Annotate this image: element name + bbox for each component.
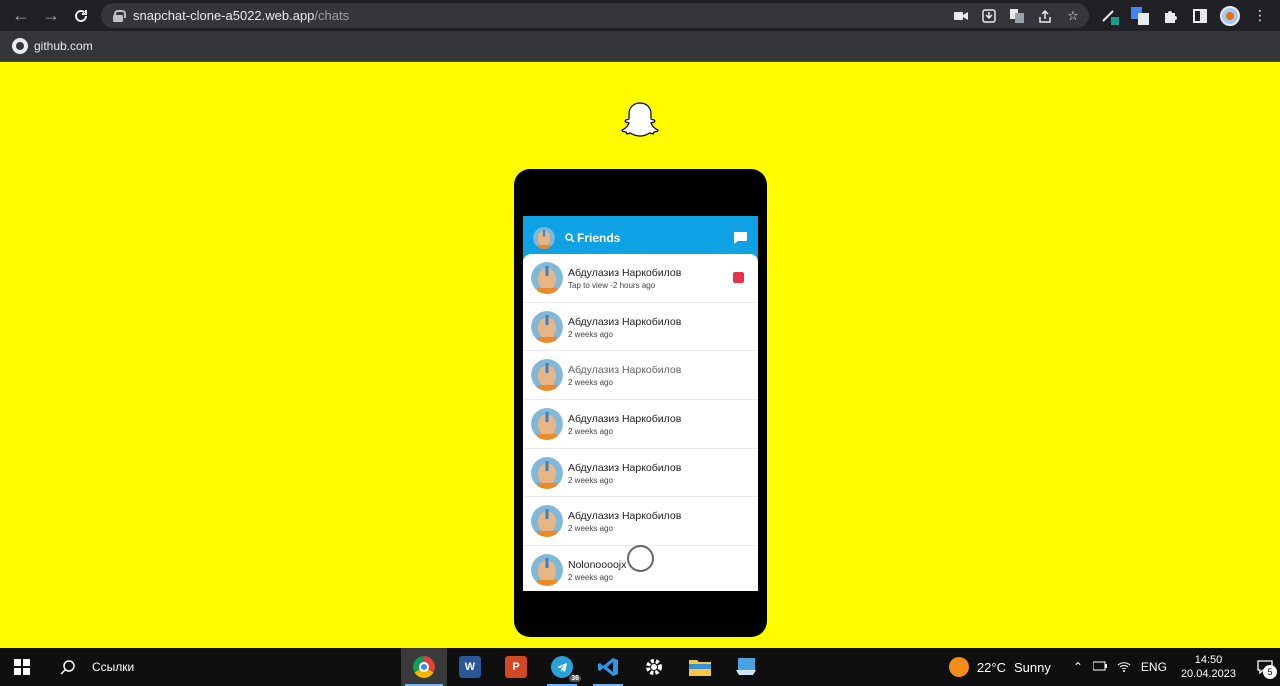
menu-kebab-icon[interactable]: ⋮: [1250, 6, 1270, 26]
lock-icon: [113, 9, 126, 22]
start-button[interactable]: [0, 648, 44, 686]
address-bar[interactable]: snapchat-clone-a5022.web.app/chats ☆: [101, 3, 1089, 28]
browser-toolbar: ← → snapchat-clone-a5022.web.app/chats ☆: [0, 0, 1280, 31]
user-avatar[interactable]: [533, 227, 555, 249]
taskbar-telegram[interactable]: 36: [539, 648, 585, 686]
taskbar-powerpoint[interactable]: P: [493, 648, 539, 686]
bookmarks-bar: github.com: [0, 31, 1280, 62]
monitor-app-icon: [736, 658, 756, 675]
word-icon: W: [459, 656, 481, 678]
chat-row[interactable]: Абдулазиз Наркобилов 2 weeks ago: [523, 351, 758, 401]
taskbar-search-button[interactable]: [44, 648, 92, 686]
chat-name: Абдулазиз Наркобилов: [568, 267, 682, 279]
battery-icon[interactable]: [1092, 660, 1107, 674]
url-path: /chats: [314, 8, 350, 23]
bookmark-star-icon[interactable]: ☆: [1065, 8, 1081, 24]
click-indicator: [627, 545, 654, 572]
chrome-icon: [413, 656, 435, 678]
chat-name: Абдулазиз Наркобилов: [568, 461, 682, 474]
chevron-up-icon[interactable]: ⌃: [1073, 660, 1083, 674]
avatar: [531, 408, 563, 441]
chat-status: 2 weeks ago: [568, 378, 613, 388]
bookmark-label: github.com: [34, 39, 93, 53]
extensions-puzzle-icon[interactable]: [1160, 6, 1180, 26]
vscode-icon: [598, 658, 618, 676]
reload-button[interactable]: [66, 1, 96, 31]
file-explorer-icon: [689, 660, 711, 676]
chat-status: 2 weeks ago: [568, 573, 613, 583]
search-icon: [60, 660, 75, 675]
search-icon: [565, 233, 575, 243]
taskbar-monitor-app[interactable]: [723, 648, 769, 686]
phone-screen: Friends Абдулазиз Наркобилов Tap to view …: [523, 216, 758, 591]
pen-extension-icon[interactable]: [1100, 6, 1120, 26]
forward-button[interactable]: →: [36, 1, 66, 31]
settings-icon: [646, 659, 662, 675]
chat-name: Абдулазиз Наркобилов: [568, 364, 682, 377]
chat-status: Tap to view -2 hours ago: [568, 281, 656, 290]
avatar: [531, 262, 563, 294]
notification-count: 5: [1263, 665, 1277, 679]
wifi-icon[interactable]: [1117, 660, 1131, 675]
taskbar-word[interactable]: W: [447, 648, 493, 686]
links-toolbar-label[interactable]: Ссылки: [92, 660, 134, 674]
chat-name: Абдулазиз Наркобилов: [568, 413, 682, 426]
chat-row[interactable]: Абдулазиз Наркобилов 2 weeks ago: [523, 497, 758, 547]
weather-widget[interactable]: 22°C Sunny: [948, 657, 1051, 677]
camera-icon[interactable]: [953, 8, 969, 24]
snapchat-ghost-icon: [621, 102, 659, 137]
translate-icon[interactable]: [1009, 8, 1025, 24]
clock-date: 20.04.2023: [1180, 668, 1236, 680]
taskbar-vscode[interactable]: [585, 648, 631, 686]
taskbar-settings[interactable]: [631, 648, 677, 686]
windows-icon: [14, 659, 30, 675]
avatar: [531, 310, 563, 343]
sun-icon: [948, 657, 969, 677]
chat-row[interactable]: Абдулазиз Наркобилов Tap to view -2 hours…: [523, 254, 758, 303]
back-button[interactable]: ←: [6, 1, 36, 31]
weather-condition: Sunny: [1013, 659, 1051, 675]
share-icon[interactable]: [1037, 8, 1053, 24]
side-panel-icon[interactable]: [1190, 6, 1210, 26]
telegram-badge: 36: [569, 675, 581, 682]
windows-taskbar: Ссылки W P 36 22°C Sunny ⌃ ENG 14:50 20.…: [0, 648, 1280, 686]
new-snap-indicator: [733, 272, 744, 283]
clock[interactable]: 14:50 20.04.2023: [1181, 653, 1236, 681]
chat-list: Абдулазиз Наркобилов Tap to view -2 hours…: [523, 254, 758, 591]
telegram-icon: 36: [551, 656, 581, 682]
notifications-button[interactable]: 5: [1250, 648, 1280, 686]
avatar: [531, 554, 563, 587]
search-friends-label: Friends: [577, 231, 621, 245]
chat-name: Абдулазиз Наркобилов: [568, 510, 682, 523]
avatar: [531, 505, 563, 538]
github-icon: [12, 38, 28, 54]
search-friends[interactable]: Friends: [565, 231, 620, 245]
powerpoint-icon: P: [505, 656, 527, 678]
taskbar-chrome[interactable]: [401, 648, 447, 686]
chat-name: Абдулазиз Наркобилов: [568, 315, 682, 328]
chat-row[interactable]: Абдулазиз Наркобилов 2 weeks ago: [523, 400, 758, 449]
language-indicator[interactable]: ENG: [1141, 660, 1167, 674]
chat-status: 2 weeks ago: [568, 427, 613, 437]
taskbar-file-explorer[interactable]: [677, 648, 723, 686]
weather-temp: 22°C: [976, 659, 1006, 675]
avatar: [531, 359, 563, 392]
clock-time: 14:50: [1194, 654, 1223, 666]
bookmark-github[interactable]: github.com: [12, 38, 93, 54]
chat-status: 2 weeks ago: [568, 524, 613, 534]
chat-row[interactable]: Абдулазиз Наркобилов 2 weeks ago: [523, 303, 758, 352]
install-app-icon[interactable]: [981, 8, 997, 24]
reload-icon: [75, 9, 87, 22]
chat-status: 2 weeks ago: [568, 475, 613, 485]
new-chat-icon[interactable]: [733, 231, 748, 245]
profile-avatar[interactable]: [1220, 5, 1240, 26]
chat-name: Nolonoooojx: [568, 559, 627, 572]
chat-status: 2 weeks ago: [568, 329, 613, 339]
avatar: [531, 456, 563, 489]
chat-row[interactable]: Абдулазиз Наркобилов 2 weeks ago: [523, 449, 758, 498]
url-host: snapchat-clone-a5022.web.app: [133, 8, 315, 23]
translate-extension-icon[interactable]: [1130, 6, 1150, 26]
